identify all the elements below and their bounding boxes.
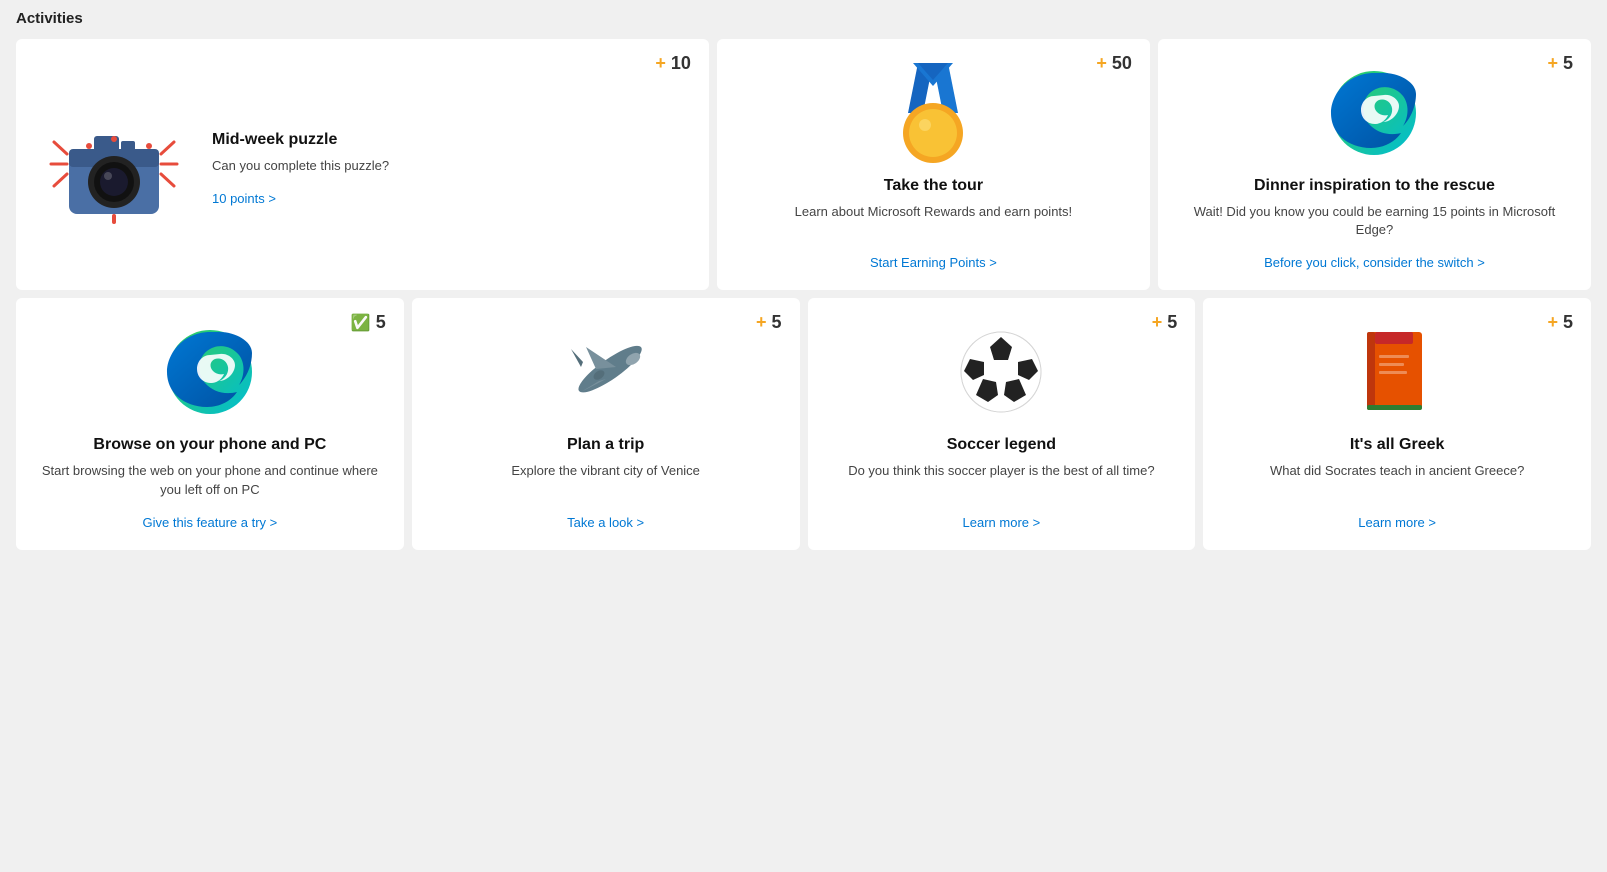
soccer-icon [951,322,1051,422]
page-title: Activities [16,10,1591,27]
puzzle-title: Mid-week puzzle [212,131,681,149]
tour-link[interactable]: Start Earning Points > [870,239,997,270]
trip-desc: Explore the vibrant city of Venice [511,462,700,498]
book-icon [1347,322,1447,422]
card-soccer: + 5 Soccer legend Do you think this socc… [808,298,1196,549]
trip-title: Plan a trip [567,436,644,454]
dinner-desc: Wait! Did you know you could be earning … [1178,203,1571,239]
edge-icon [1324,63,1424,163]
card-trip: + 5 Plan a trip Explore the vibrant city… [412,298,800,549]
points-badge-dinner: + 5 [1547,53,1573,74]
points-badge-tour: + 50 [1096,53,1132,74]
browse-title: Browse on your phone and PC [93,436,326,454]
medal-icon [883,63,983,163]
points-badge-trip: + 5 [756,312,782,333]
card-browse: ✅ 5 Browse on your [16,298,404,549]
tour-title: Take the tour [884,177,983,195]
points-badge-browse: ✅ 5 [351,312,386,333]
tour-desc: Learn about Microsoft Rewards and earn p… [795,203,1073,239]
soccer-title: Soccer legend [947,436,1056,454]
puzzle-desc: Can you complete this puzzle? [212,157,681,175]
activities-row2: ✅ 5 Browse on your [16,298,1591,549]
card-dinner: + 5 Dinner inspirat [1158,39,1591,290]
puzzle-link[interactable]: 10 points > [212,175,681,206]
activities-row1: + 10 [16,39,1591,290]
edge-small-icon [160,322,260,422]
greek-link[interactable]: Learn more > [1358,499,1436,530]
greek-title: It's all Greek [1350,436,1445,454]
card-greek: + 5 It's all Greek What did Socrates tea… [1203,298,1591,549]
greek-desc: What did Socrates teach in ancient Greec… [1270,462,1524,498]
soccer-desc: Do you think this soccer player is the b… [848,462,1154,498]
dinner-link[interactable]: Before you click, consider the switch > [1264,239,1485,270]
browse-link[interactable]: Give this feature a try > [142,499,277,530]
dinner-title: Dinner inspiration to the rescue [1254,177,1495,195]
soccer-link[interactable]: Learn more > [963,499,1041,530]
plane-icon [556,322,656,422]
puzzle-body: Mid-week puzzle Can you complete this pu… [184,131,681,206]
points-badge-puzzle: + 10 [655,53,691,74]
points-badge-greek: + 5 [1547,312,1573,333]
card-puzzle: + 10 [16,39,709,290]
camera-icon [44,99,184,239]
browse-desc: Start browsing the web on your phone and… [36,462,384,498]
points-badge-soccer: + 5 [1152,312,1178,333]
card-tour: + 50 Take the tour Learn about Microsoft… [717,39,1150,290]
trip-link[interactable]: Take a look > [567,499,644,530]
